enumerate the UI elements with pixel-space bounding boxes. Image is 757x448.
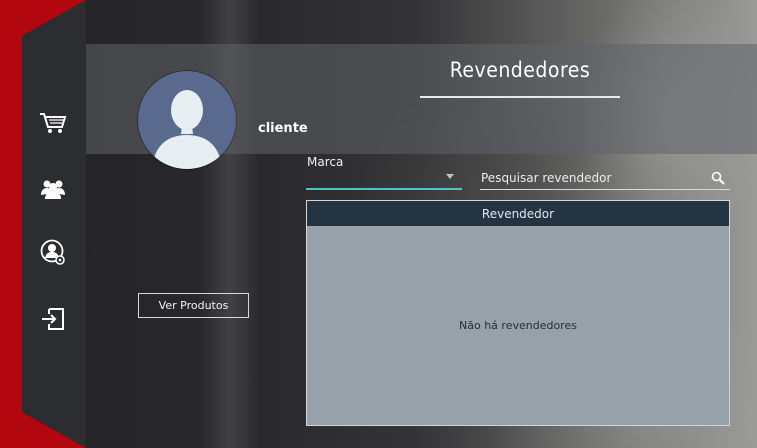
user-name: cliente [258, 121, 308, 136]
title-underline [420, 96, 620, 98]
resellers-table[interactable]: Revendedor Não há revendedores [306, 200, 730, 426]
sidebar-item-cart[interactable] [38, 108, 68, 138]
search-icon[interactable] [711, 171, 725, 185]
view-products-button[interactable]: Ver Produtos [138, 293, 249, 318]
empty-table-message: Não há revendedores [459, 319, 577, 332]
logout-icon [42, 308, 64, 330]
brand-select-underline [306, 188, 462, 190]
column-header-reseller[interactable]: Revendedor [307, 201, 729, 226]
sidebar-item-profile-settings[interactable] [38, 238, 68, 268]
search-underline [480, 189, 730, 190]
search-input[interactable] [480, 168, 707, 188]
sidebar [22, 0, 86, 448]
user-silhouette-icon [152, 90, 222, 169]
chevron-down-icon[interactable] [446, 174, 454, 179]
avatar [138, 71, 236, 169]
sidebar-item-users[interactable] [38, 174, 68, 204]
user-settings-icon [40, 239, 65, 265]
users-icon [41, 180, 65, 199]
cart-icon [40, 113, 67, 133]
brand-select-label[interactable]: Marca [307, 155, 343, 169]
page-title: Revendedores [449, 58, 591, 82]
sidebar-item-logout[interactable] [38, 304, 68, 334]
